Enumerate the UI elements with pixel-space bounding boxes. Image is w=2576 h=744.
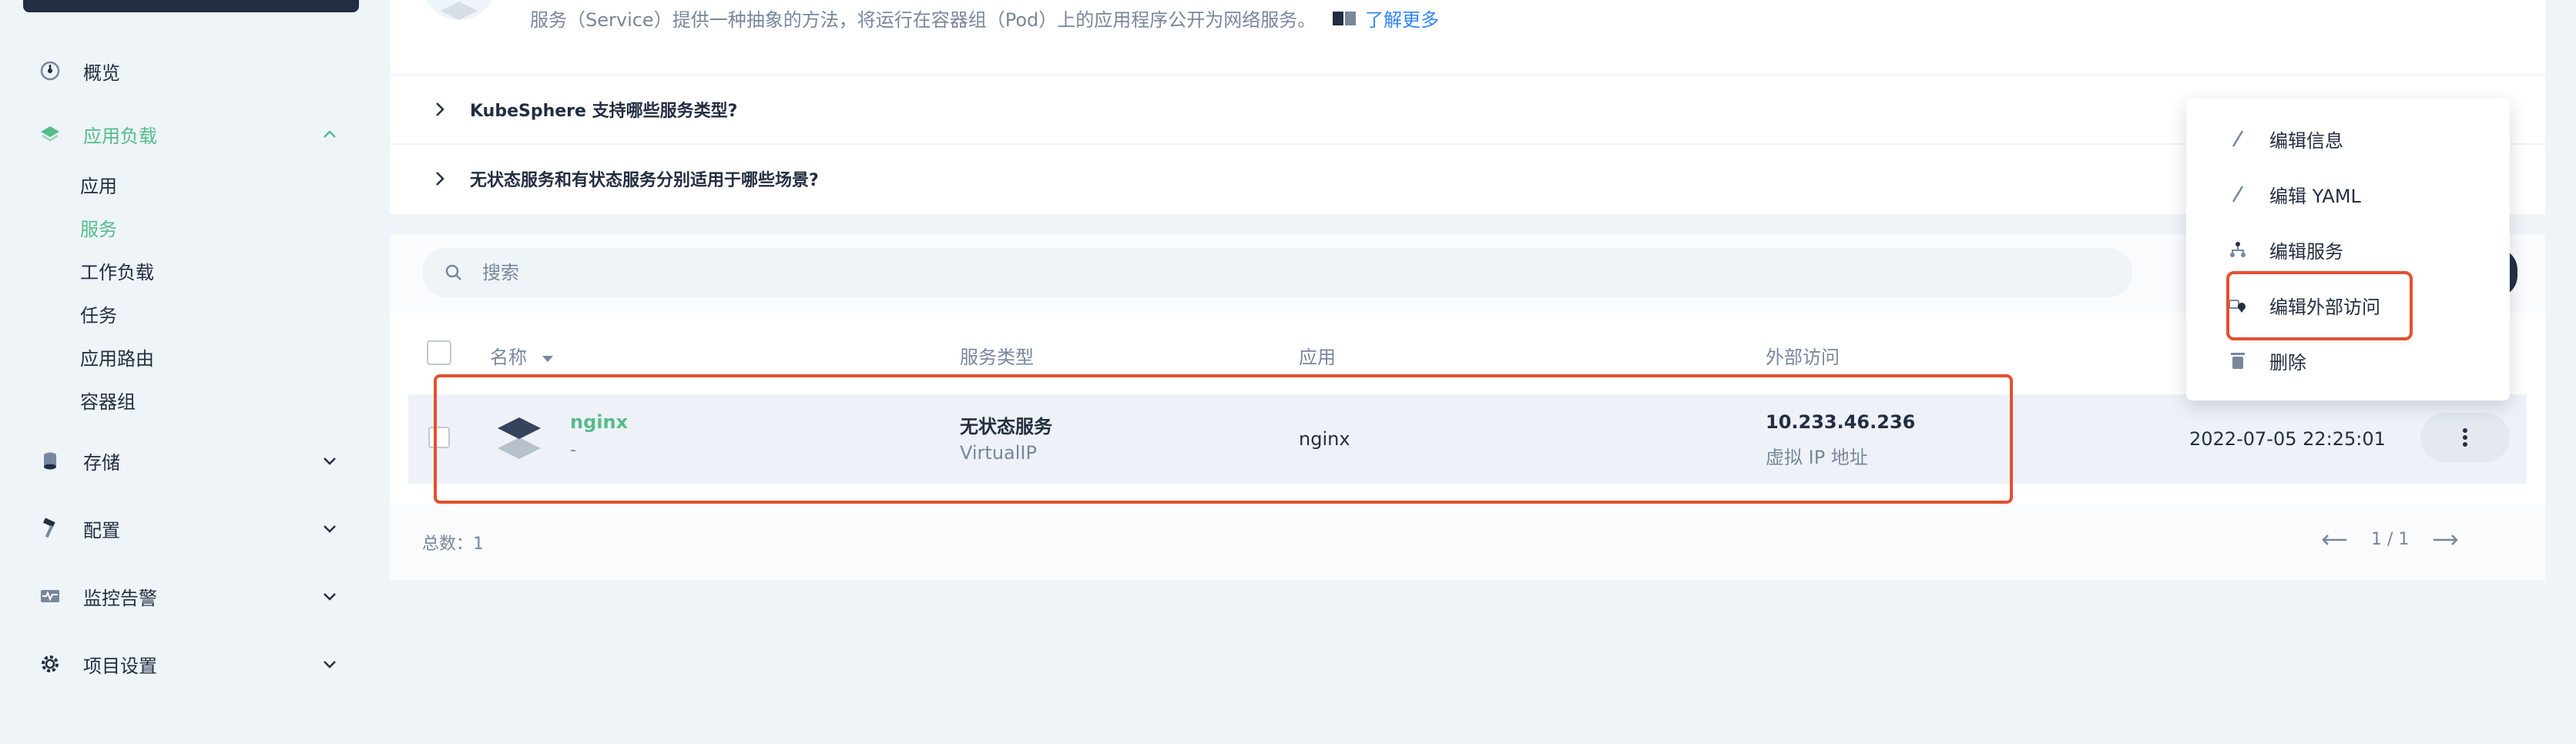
database-icon (37, 447, 63, 474)
chevron-down-icon (324, 457, 336, 465)
chevron-right-icon (436, 102, 444, 116)
menu-item-label: 编辑 YAML (2269, 185, 2361, 207)
network-icon (2228, 240, 2248, 260)
arrow-left-icon[interactable] (2319, 532, 2350, 548)
menu-item-label: 编辑服务 (2269, 240, 2343, 263)
sidebar-item-label: 存储 (83, 451, 120, 474)
menu-item-edit-service[interactable]: 编辑服务 (2228, 234, 2343, 265)
menu-item-edit-yaml[interactable]: 编辑 YAML (2228, 179, 2361, 209)
table-footer (390, 504, 2545, 581)
menu-highlight-annotation (2226, 271, 2413, 340)
sidebar-item-label: 配置 (83, 519, 120, 541)
chevron-up-icon (324, 130, 336, 138)
banner-description: 服务（Service）提供一种抽象的方法，将运行在容器组（Pod）上的应用程序公… (530, 9, 1317, 31)
sidebar-subitem-routes[interactable]: 应用路由 (80, 344, 154, 374)
learn-more-label: 了解更多 (1365, 9, 1439, 31)
sidebar-item-configuration[interactable]: 配置 (37, 507, 345, 550)
search-bar[interactable] (422, 248, 2132, 297)
sidebar-item-storage[interactable]: 存储 (37, 439, 345, 482)
sidebar-subitem-pods[interactable]: 容器组 (80, 387, 136, 417)
faq-question: 无状态服务和有状态服务分别适用于哪些场景? (470, 171, 819, 190)
column-header-label: 名称 (490, 347, 527, 368)
row-actions-menu: 编辑信息 编辑 YAML 编辑服务 编辑外部访问 删除 (2186, 99, 2510, 400)
created-time: 2022-07-05 22:25:01 (2189, 428, 2386, 450)
sidebar-item-label: 概览 (83, 62, 120, 84)
sidebar-subitem-services[interactable]: 服务 (80, 214, 117, 245)
menu-item-delete[interactable]: 删除 (2228, 345, 2306, 376)
faq-question: KubeSphere 支持哪些服务类型? (470, 102, 738, 121)
gauge-icon (37, 58, 63, 84)
menu-item-edit-info[interactable]: 编辑信息 (2228, 123, 2343, 154)
more-vertical-icon (2463, 428, 2467, 447)
sidebar-item-label: 应用负载 (83, 125, 157, 147)
sidebar-item-monitoring[interactable]: 监控告警 (37, 575, 345, 618)
sidebar-item-project-settings[interactable]: 项目设置 (37, 642, 345, 685)
column-header-name[interactable]: 名称 (490, 342, 555, 369)
menu-item-label: 编辑信息 (2269, 129, 2343, 152)
hammer-icon (37, 515, 63, 541)
menu-item-label: 删除 (2269, 351, 2306, 374)
sidebar-subitem-jobs[interactable]: 任务 (80, 300, 117, 331)
sidebar-subitem-workloads[interactable]: 工作负载 (80, 257, 154, 288)
row-more-button[interactable] (2420, 413, 2510, 462)
sidebar-item-label: 监控告警 (83, 587, 157, 609)
pen-icon (2228, 184, 2248, 204)
column-header-app: 应用 (1299, 347, 1336, 368)
monitor-pulse-icon (37, 583, 63, 609)
chevron-right-icon (436, 172, 444, 186)
sidebar-item-overview[interactable]: 概览 (37, 49, 345, 92)
chevron-down-icon (324, 593, 336, 601)
chevron-down-icon (324, 661, 336, 669)
column-header-external-access: 外部访问 (1766, 347, 1840, 368)
sidebar-subitem-apps[interactable]: 应用 (80, 171, 117, 202)
column-header-type: 服务类型 (960, 347, 1034, 368)
sort-caret-icon (542, 356, 553, 362)
sidebar-header-bar (23, 0, 359, 12)
learn-more-link[interactable]: 了解更多 (1331, 5, 1439, 32)
total-count: 总数：1 (422, 535, 484, 554)
gear-icon (37, 651, 63, 677)
chevron-down-icon (324, 525, 336, 533)
pagination: 1 / 1 (2319, 530, 2461, 549)
search-input[interactable] (481, 261, 2101, 284)
page-indicator: 1 / 1 (2371, 530, 2410, 549)
book-icon (1333, 11, 1356, 25)
sidebar-item-label: 项目设置 (83, 655, 157, 677)
service-logo-icon (422, 0, 496, 20)
select-all-checkbox[interactable] (427, 340, 451, 365)
row-highlight-annotation (434, 374, 2013, 504)
sidebar-item-workloads[interactable]: 应用负载 (37, 112, 345, 156)
search-icon (445, 264, 461, 280)
layers-icon (37, 121, 63, 147)
trash-icon (2228, 350, 2248, 370)
pen-icon (2228, 129, 2248, 149)
arrow-right-icon[interactable] (2430, 532, 2461, 548)
